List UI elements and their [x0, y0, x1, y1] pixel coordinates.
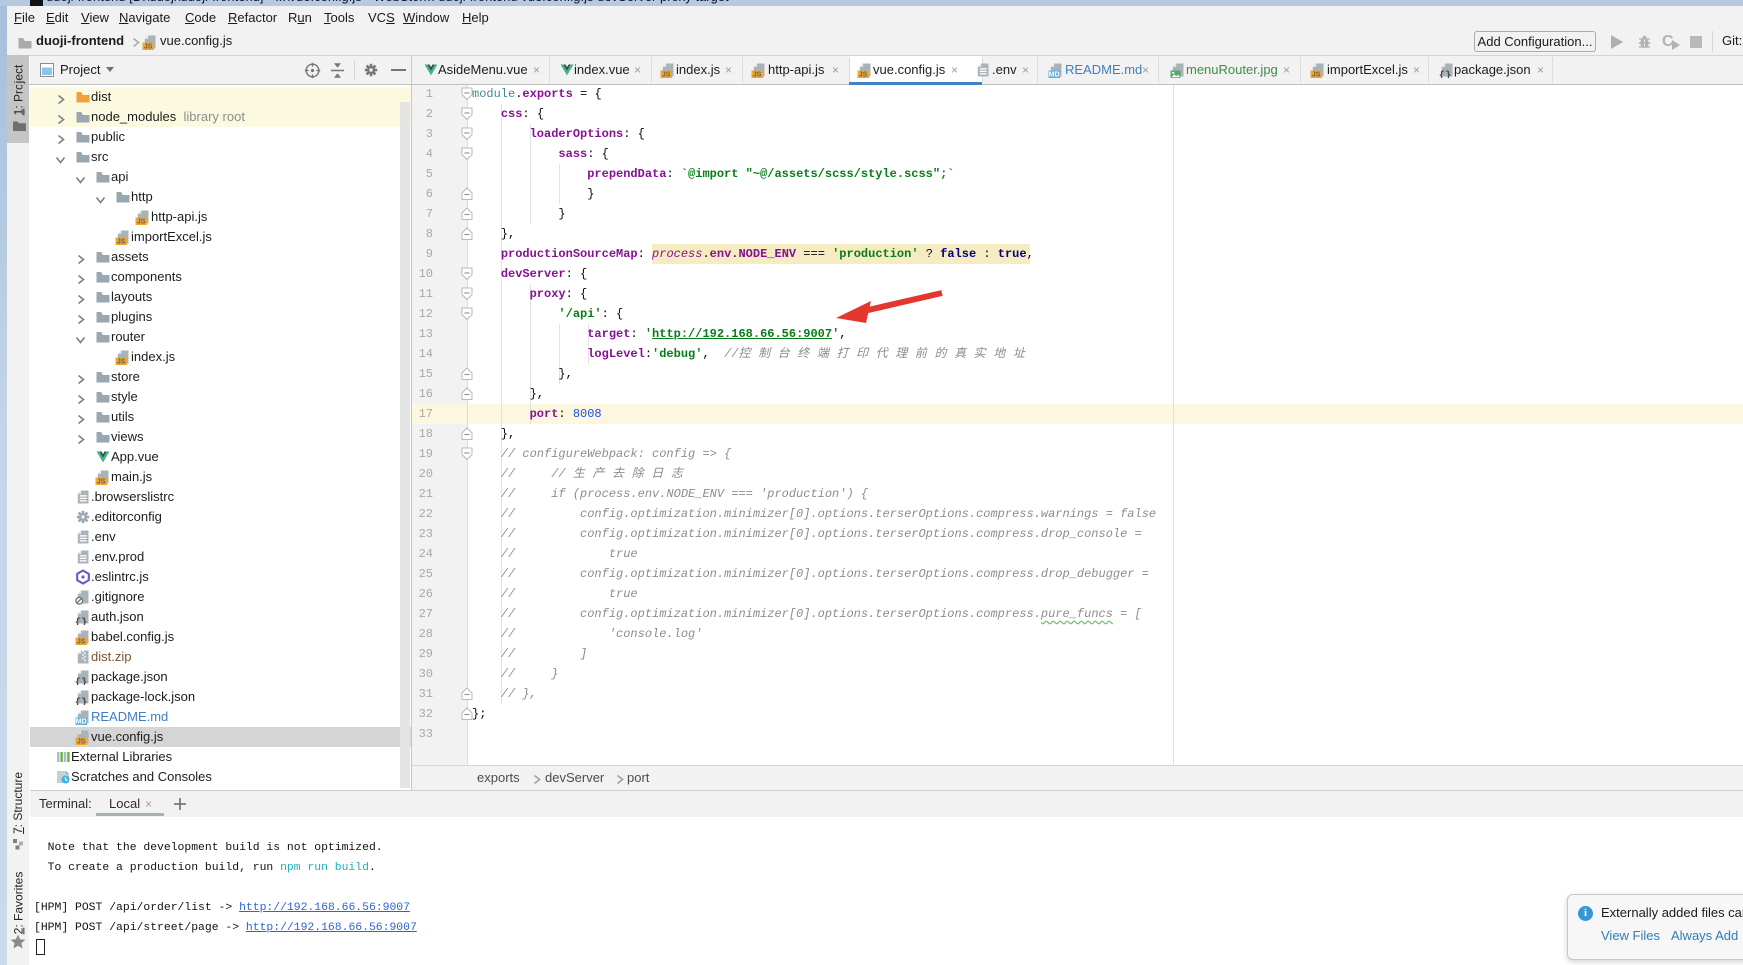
svg-text:MD: MD — [1049, 72, 1060, 78]
svg-text:{}: {} — [75, 617, 87, 625]
svg-text:JS: JS — [137, 219, 146, 225]
svg-text:JS: JS — [753, 72, 762, 78]
svg-text:JS: JS — [77, 739, 86, 745]
svg-text:{}: {} — [75, 677, 87, 685]
svg-text:MD: MD — [76, 719, 87, 725]
svg-text:JS: JS — [859, 72, 868, 78]
svg-text:{}: {} — [1439, 70, 1451, 78]
svg-text:JS: JS — [77, 639, 86, 645]
svg-text:JS: JS — [144, 44, 153, 50]
svg-text:JS: JS — [662, 72, 671, 78]
svg-text:JS: JS — [1312, 72, 1321, 78]
svg-text:JS: JS — [117, 239, 126, 245]
svg-text:JS: JS — [97, 479, 106, 485]
svg-text:JS: JS — [117, 359, 126, 365]
svg-text:{}: {} — [75, 697, 87, 705]
